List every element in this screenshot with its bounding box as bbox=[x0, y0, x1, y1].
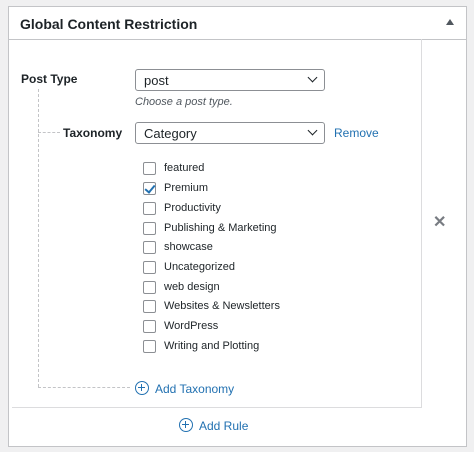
term-label: Websites & Newsletters bbox=[164, 300, 280, 312]
triangle-up-icon[interactable] bbox=[446, 19, 454, 25]
post-type-hint: Choose a post type. bbox=[135, 96, 233, 108]
term-checkbox[interactable] bbox=[143, 340, 156, 353]
taxonomy-select[interactable]: Category bbox=[135, 122, 325, 144]
chevron-down-icon bbox=[307, 125, 318, 136]
tree-connector-vertical bbox=[38, 89, 39, 387]
tree-connector-taxonomy bbox=[38, 132, 60, 133]
term-checkbox[interactable] bbox=[143, 261, 156, 274]
term-label: Productivity bbox=[164, 202, 221, 214]
term-label: Premium bbox=[164, 182, 209, 194]
term-checkbox[interactable] bbox=[143, 202, 156, 215]
post-type-label: Post Type bbox=[21, 72, 78, 86]
chevron-down-icon bbox=[307, 72, 318, 83]
restriction-rule: Post Type post Choose a post type. Taxon… bbox=[12, 39, 422, 408]
global-content-restriction-panel: Global Content Restriction Post Type pos… bbox=[8, 6, 467, 447]
add-rule-button[interactable]: Add Rule bbox=[179, 418, 259, 434]
term-label: Uncategorized bbox=[164, 261, 235, 273]
remove-taxonomy-link[interactable]: Remove bbox=[334, 126, 379, 140]
term-label: Writing and Plotting bbox=[164, 340, 260, 352]
term-checkbox[interactable] bbox=[143, 182, 156, 195]
term-checkbox[interactable] bbox=[143, 162, 156, 175]
term-checkbox[interactable] bbox=[143, 241, 156, 254]
taxonomy-select-value: Category bbox=[144, 126, 197, 141]
tree-connector-add-taxonomy bbox=[38, 387, 130, 388]
term-checkbox[interactable] bbox=[143, 281, 156, 294]
plus-circle-icon bbox=[179, 418, 193, 432]
term-checkbox[interactable] bbox=[143, 320, 156, 333]
term-label: featured bbox=[164, 162, 205, 174]
term-checkbox[interactable] bbox=[143, 300, 156, 313]
term-checkbox[interactable] bbox=[143, 222, 156, 235]
add-taxonomy-button[interactable]: Add Taxonomy bbox=[135, 381, 235, 397]
plus-circle-icon bbox=[135, 381, 149, 395]
term-label: showcase bbox=[164, 241, 213, 253]
panel-footer: Add Rule bbox=[9, 408, 466, 446]
term-label: web design bbox=[164, 281, 220, 293]
taxonomy-label: Taxonomy bbox=[63, 126, 123, 140]
post-type-select[interactable]: post bbox=[135, 69, 325, 91]
add-taxonomy-label: Add Taxonomy bbox=[155, 382, 235, 396]
panel-title: Global Content Restriction bbox=[20, 16, 198, 32]
post-type-select-value: post bbox=[144, 73, 169, 88]
add-rule-label: Add Rule bbox=[199, 419, 249, 433]
term-label: WordPress bbox=[164, 320, 219, 332]
panel-header[interactable]: Global Content Restriction bbox=[9, 7, 466, 40]
term-label: Publishing & Marketing bbox=[164, 222, 277, 234]
x-icon[interactable]: ✕ bbox=[433, 215, 446, 231]
